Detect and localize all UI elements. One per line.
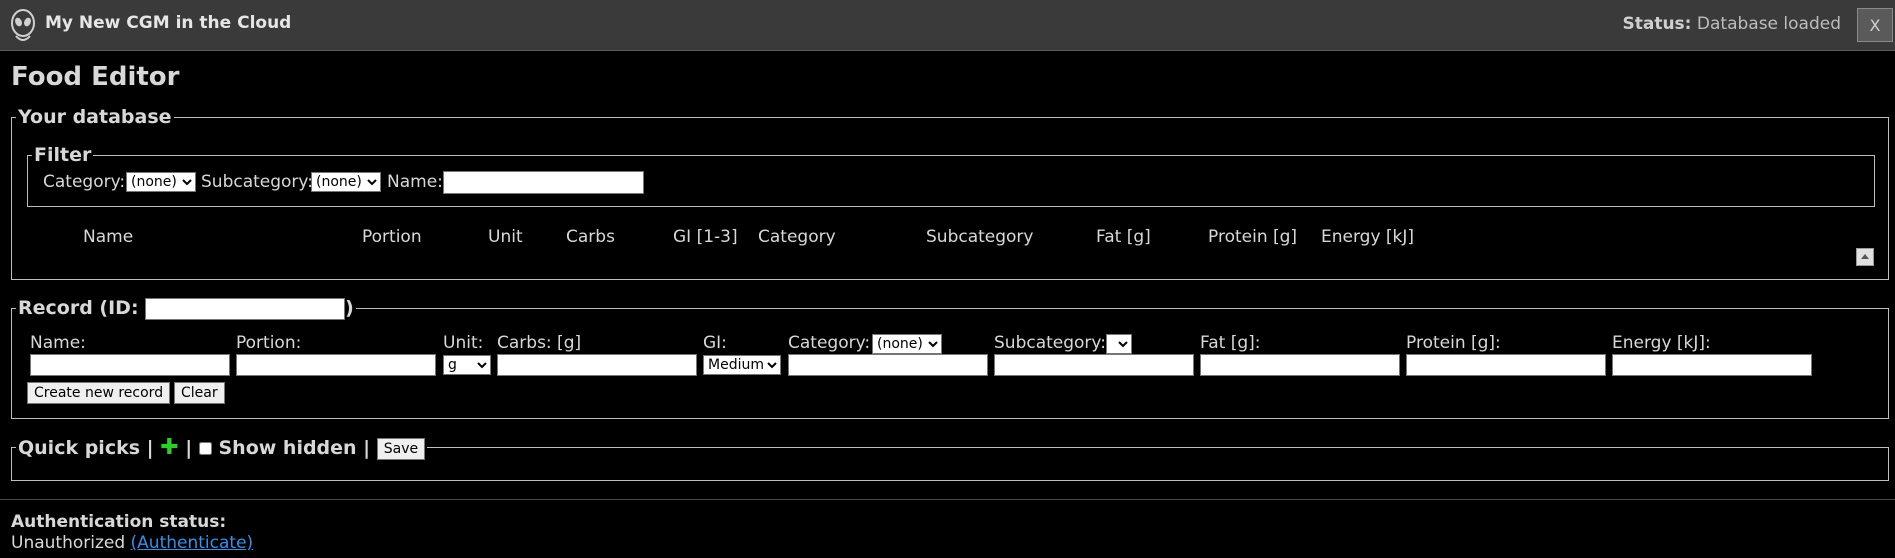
filter-subcategory-label: Subcategory: [201, 172, 313, 192]
alien-logo-icon [11, 9, 35, 41]
filter-name-input[interactable] [443, 171, 644, 194]
scroll-up-icon[interactable] [1856, 248, 1874, 266]
status-text: Status: Database loaded [1622, 14, 1841, 34]
col-header-gi[interactable]: GI [1-3] [673, 227, 738, 247]
record-portion-label: Portion: [236, 333, 302, 353]
record-protein-input[interactable] [1406, 354, 1606, 376]
record-carbs-input[interactable] [497, 354, 697, 376]
quick-picks-legend: Quick picks | ✚ | Show hidden | Save [16, 435, 427, 460]
show-hidden-checkbox[interactable] [198, 442, 212, 455]
record-category-label: Category: [788, 333, 871, 353]
record-unit-label: Unit: [443, 333, 484, 353]
filter-category-select[interactable]: (none) [126, 172, 196, 192]
col-header-name[interactable]: Name [83, 227, 133, 247]
record-gi-select[interactable]: Medium [703, 355, 781, 375]
auth-status-title: Authentication status: [11, 512, 227, 532]
record-carbs-label: Carbs: [g] [497, 333, 582, 353]
close-button[interactable]: X [1857, 8, 1893, 42]
record-name-input[interactable] [30, 354, 230, 376]
quick-picks-separator: | [185, 437, 193, 459]
record-energy-input[interactable] [1612, 354, 1812, 376]
save-button[interactable]: Save [376, 437, 426, 460]
show-hidden-label: Show hidden | [218, 437, 371, 459]
auth-status-value: Unauthorized [11, 533, 126, 553]
quick-picks-section: Quick picks | ✚ | Show hidden | Save [11, 435, 1889, 481]
col-header-unit[interactable]: Unit [488, 227, 523, 247]
record-energy-label: Energy [kJ]: [1612, 333, 1711, 353]
create-record-button[interactable]: Create new record [27, 382, 171, 404]
app-title: My New CGM in the Cloud [45, 13, 292, 33]
col-header-subcategory[interactable]: Subcategory [926, 227, 1034, 247]
record-legend-prefix: Record (ID: [18, 297, 139, 319]
authenticate-link[interactable]: (Authenticate) [131, 533, 254, 553]
record-gi-label: GI: [703, 333, 727, 353]
filter-subcategory-select[interactable]: (none) [311, 172, 381, 192]
filter-name-label: Name: [387, 172, 443, 192]
record-name-label: Name: [30, 333, 86, 353]
record-fat-input[interactable] [1200, 354, 1400, 376]
record-id-input[interactable] [145, 297, 346, 320]
col-header-portion[interactable]: Portion [362, 227, 422, 247]
col-header-fat[interactable]: Fat [g] [1096, 227, 1151, 247]
record-legend-suffix: ) [345, 297, 354, 319]
record-category-select[interactable]: (none) [872, 334, 942, 354]
col-header-energy[interactable]: Energy [kJ] [1321, 227, 1414, 247]
status-label: Status: [1622, 14, 1692, 34]
clear-button[interactable]: Clear [174, 382, 225, 404]
plus-icon[interactable]: ✚ [160, 435, 178, 460]
record-subcategory-select[interactable] [1106, 334, 1132, 354]
record-category-input[interactable] [788, 354, 988, 376]
record-unit-select[interactable]: g [443, 355, 491, 375]
quick-picks-title: Quick picks | [18, 437, 154, 459]
app-header: My New CGM in the Cloud Status: Database… [0, 0, 1895, 51]
col-header-category[interactable]: Category [758, 227, 836, 247]
divider [0, 499, 1895, 500]
auth-status-line: Unauthorized (Authenticate) [11, 533, 253, 553]
col-header-carbs[interactable]: Carbs [566, 227, 615, 247]
filter-category-label: Category: [43, 172, 126, 192]
col-header-protein[interactable]: Protein [g] [1208, 227, 1297, 247]
filter-legend: Filter [34, 144, 92, 166]
record-subcategory-input[interactable] [994, 354, 1194, 376]
record-subcategory-label: Subcategory: [994, 333, 1106, 353]
record-portion-input[interactable] [236, 354, 436, 376]
record-legend: Record (ID: ) [16, 297, 356, 320]
status-value: Database loaded [1696, 14, 1841, 34]
record-fat-label: Fat [g]: [1200, 333, 1261, 353]
record-protein-label: Protein [g]: [1406, 333, 1501, 353]
page-title: Food Editor [11, 62, 180, 92]
database-legend: Your database [18, 106, 172, 128]
